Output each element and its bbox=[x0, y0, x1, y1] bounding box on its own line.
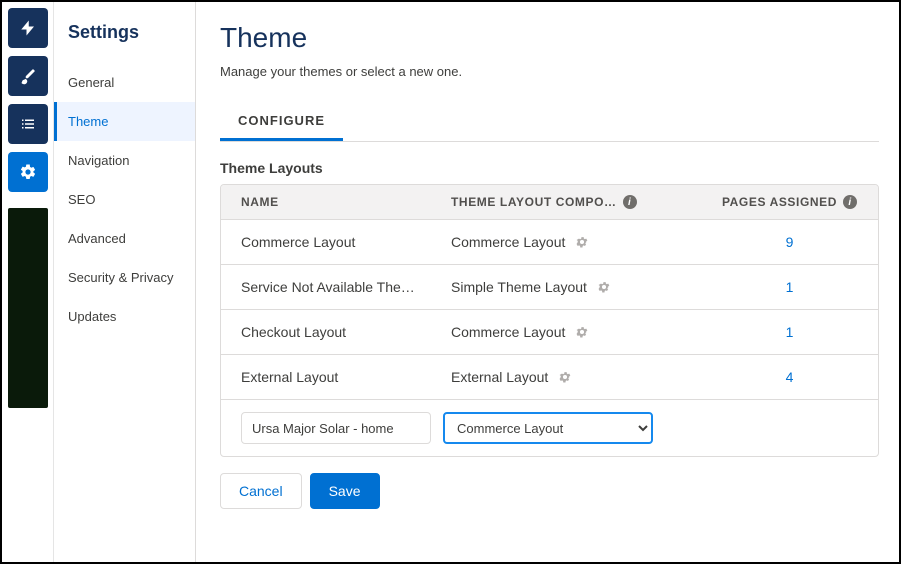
page-subtitle: Manage your themes or select a new one. bbox=[220, 64, 879, 79]
tabs: CONFIGURE bbox=[220, 105, 879, 142]
new-layout-component-select[interactable]: Commerce Layout bbox=[443, 412, 653, 444]
layout-name: Service Not Available The… bbox=[241, 279, 451, 295]
cancel-button[interactable]: Cancel bbox=[220, 473, 302, 509]
col-component-header: THEME LAYOUT COMPO… i bbox=[451, 195, 721, 209]
table-row: Service Not Available The… Simple Theme … bbox=[221, 265, 878, 310]
icon-sidebar bbox=[2, 2, 54, 562]
app-preview-thumbnail bbox=[8, 208, 48, 408]
sidebar-item-theme[interactable]: Theme bbox=[54, 102, 195, 141]
gear-icon[interactable] bbox=[8, 152, 48, 192]
pages-link[interactable]: 4 bbox=[786, 369, 794, 385]
save-button[interactable]: Save bbox=[310, 473, 380, 509]
list-icon[interactable] bbox=[8, 104, 48, 144]
gear-icon[interactable] bbox=[575, 235, 589, 249]
paintbrush-icon[interactable] bbox=[8, 56, 48, 96]
layout-component: External Layout bbox=[451, 369, 721, 385]
layout-name: Checkout Layout bbox=[241, 324, 451, 340]
layout-component-text: Commerce Layout bbox=[451, 234, 565, 250]
sidebar-item-seo[interactable]: SEO bbox=[54, 180, 195, 219]
theme-layouts-table: NAME THEME LAYOUT COMPO… i PAGES ASSIGNE… bbox=[220, 184, 879, 457]
layout-component-text: Commerce Layout bbox=[451, 324, 565, 340]
layout-component: Commerce Layout bbox=[451, 324, 721, 340]
pages-link[interactable]: 1 bbox=[786, 324, 794, 340]
layout-name: Commerce Layout bbox=[241, 234, 451, 250]
tab-configure[interactable]: CONFIGURE bbox=[220, 105, 343, 141]
new-layout-name-input[interactable] bbox=[241, 412, 431, 444]
layout-component: Commerce Layout bbox=[451, 234, 721, 250]
sidebar-item-updates[interactable]: Updates bbox=[54, 297, 195, 336]
table-row: Commerce Layout Commerce Layout 9 bbox=[221, 220, 878, 265]
pages-link[interactable]: 9 bbox=[786, 234, 794, 250]
main-content: Theme Manage your themes or select a new… bbox=[196, 2, 899, 562]
layout-component: Simple Theme Layout bbox=[451, 279, 721, 295]
gear-icon[interactable] bbox=[597, 280, 611, 294]
table-header: NAME THEME LAYOUT COMPO… i PAGES ASSIGNE… bbox=[221, 185, 878, 220]
layout-name: External Layout bbox=[241, 369, 451, 385]
sidebar-title: Settings bbox=[54, 16, 195, 63]
gear-icon[interactable] bbox=[558, 370, 572, 384]
layout-component-text: Simple Theme Layout bbox=[451, 279, 587, 295]
new-layout-row: Commerce Layout bbox=[221, 400, 878, 456]
settings-sidebar: Settings General Theme Navigation SEO Ad… bbox=[54, 2, 196, 562]
sidebar-item-security-privacy[interactable]: Security & Privacy bbox=[54, 258, 195, 297]
col-component-label: THEME LAYOUT COMPO… bbox=[451, 195, 617, 209]
table-row: Checkout Layout Commerce Layout 1 bbox=[221, 310, 878, 355]
layout-component-text: External Layout bbox=[451, 369, 548, 385]
sidebar-item-navigation[interactable]: Navigation bbox=[54, 141, 195, 180]
section-heading: Theme Layouts bbox=[220, 160, 879, 176]
info-icon[interactable]: i bbox=[623, 195, 637, 209]
col-name-header: NAME bbox=[241, 195, 451, 209]
col-pages-label: PAGES ASSIGNED bbox=[722, 195, 837, 209]
pages-link[interactable]: 1 bbox=[786, 279, 794, 295]
col-pages-header: PAGES ASSIGNED i bbox=[721, 195, 858, 209]
sidebar-item-general[interactable]: General bbox=[54, 63, 195, 102]
action-buttons: Cancel Save bbox=[220, 473, 879, 509]
info-icon[interactable]: i bbox=[843, 195, 857, 209]
lightning-icon[interactable] bbox=[8, 8, 48, 48]
page-title: Theme bbox=[220, 22, 879, 54]
sidebar-item-advanced[interactable]: Advanced bbox=[54, 219, 195, 258]
table-row: External Layout External Layout 4 bbox=[221, 355, 878, 400]
gear-icon[interactable] bbox=[575, 325, 589, 339]
